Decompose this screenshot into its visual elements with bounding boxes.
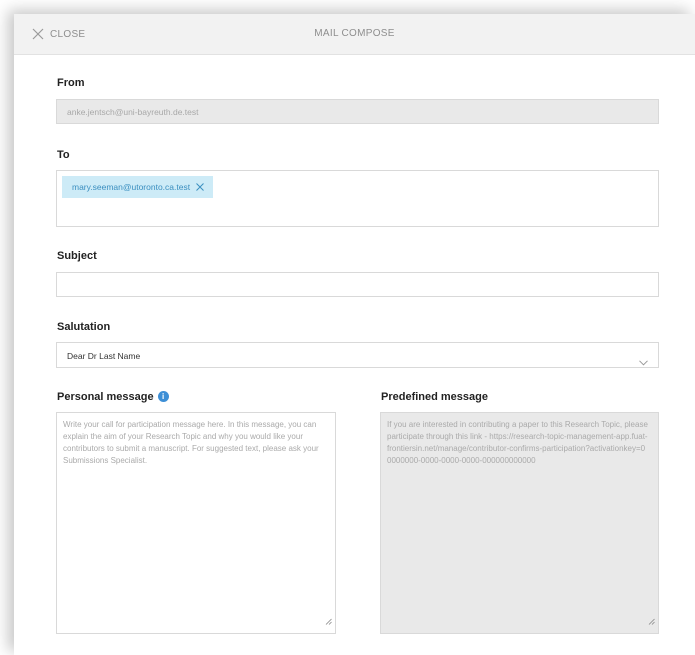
remove-recipient-icon[interactable] (196, 178, 204, 196)
personal-message-textarea[interactable]: Write your call for participation messag… (56, 412, 336, 634)
subject-label: Subject (57, 250, 97, 262)
to-field[interactable]: mary.seeman@utoronto.ca.test (56, 170, 659, 227)
personal-message-label: Personal message i (57, 391, 169, 403)
dialog-header: CLOSE MAIL COMPOSE (14, 14, 695, 55)
predefined-message-label: Predefined message (381, 391, 488, 403)
personal-message-label-text: Personal message (57, 391, 154, 403)
subject-input[interactable] (56, 272, 659, 297)
mail-compose-dialog: CLOSE MAIL COMPOSE From anke.jentsch@uni… (14, 14, 695, 655)
predefined-message-text: If you are interested in contributing a … (387, 420, 648, 465)
to-label: To (57, 149, 70, 161)
dialog-title: MAIL COMPOSE (314, 28, 395, 39)
chevron-down-icon[interactable] (639, 353, 648, 371)
recipient-email: mary.seeman@utoronto.ca.test (72, 182, 191, 192)
salutation-label: Salutation (57, 321, 111, 333)
from-field: anke.jentsch@uni-bayreuth.de.test (56, 99, 659, 124)
personal-message-placeholder: Write your call for participation messag… (63, 420, 319, 465)
from-label: From (57, 77, 85, 89)
salutation-select[interactable]: Dear Dr Last Name (56, 342, 659, 368)
info-icon[interactable]: i (157, 391, 169, 402)
from-value: anke.jentsch@uni-bayreuth.de.test (67, 107, 199, 117)
recipient-chip[interactable]: mary.seeman@utoronto.ca.test (62, 176, 214, 198)
resize-grip-icon[interactable] (325, 612, 332, 630)
salutation-value: Dear Dr Last Name (67, 351, 141, 361)
predefined-message-textarea: If you are interested in contributing a … (380, 412, 659, 634)
resize-grip-icon (648, 612, 655, 630)
